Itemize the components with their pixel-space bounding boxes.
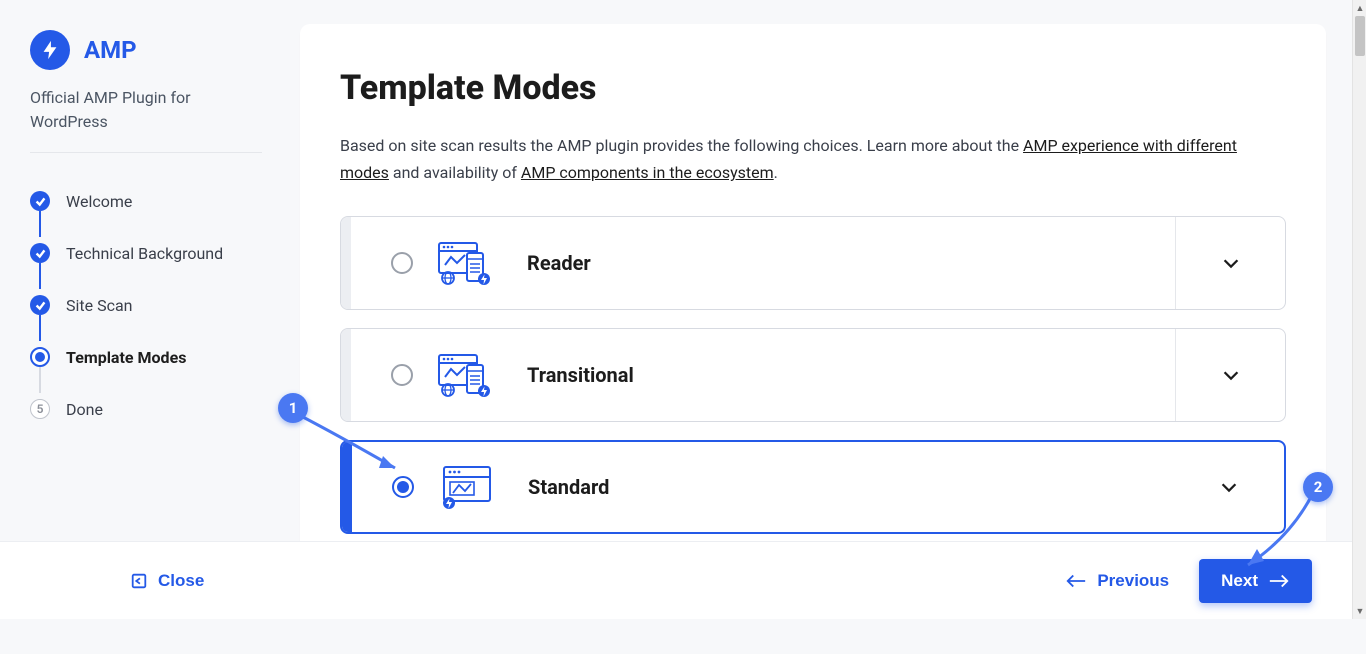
option-transitional[interactable]: Transitional: [340, 328, 1286, 422]
page-title: Template Modes: [340, 68, 1286, 108]
radio-standard[interactable]: [392, 476, 414, 498]
scroll-up-icon[interactable]: ▲: [1353, 0, 1366, 16]
footer: Close Previous Next: [0, 541, 1352, 619]
brand: AMP: [30, 30, 262, 70]
close-button[interactable]: Close: [130, 571, 204, 591]
brand-name: AMP: [84, 36, 137, 64]
sidebar: AMP Official AMP Plugin for WordPress We…: [0, 0, 280, 564]
option-standard[interactable]: Standard: [340, 440, 1286, 534]
step-label: Site Scan: [66, 296, 133, 315]
template-mode-options: Reader Transitional Standard: [340, 216, 1286, 534]
current-step-icon: [30, 347, 50, 367]
scroll-down-icon[interactable]: ▼: [1353, 603, 1366, 619]
radio-reader[interactable]: [391, 252, 413, 274]
chevron-down-icon: [1220, 252, 1242, 274]
check-icon: [30, 191, 50, 211]
expand-transitional-button[interactable]: [1175, 329, 1285, 421]
annotation-bubble-2: 2: [1303, 472, 1333, 502]
standard-illustration-icon: [438, 465, 498, 509]
step-technical-background[interactable]: Technical Background: [30, 227, 262, 279]
expand-reader-button[interactable]: [1175, 217, 1285, 309]
scroll-thumb[interactable]: [1355, 16, 1365, 56]
step-label: Done: [66, 400, 103, 419]
annotation-bubble-1: 1: [278, 393, 308, 423]
option-label: Transitional: [527, 363, 1175, 387]
arrow-left-icon: [1065, 573, 1087, 589]
sidebar-divider: [30, 152, 262, 153]
step-label: Technical Background: [66, 244, 223, 263]
option-reader[interactable]: Reader: [340, 216, 1286, 310]
check-icon: [30, 295, 50, 315]
next-button[interactable]: Next: [1199, 559, 1312, 603]
intro-text: Based on site scan results the AMP plugi…: [340, 132, 1286, 186]
chevron-down-icon: [1218, 476, 1240, 498]
pending-step-icon: 5: [30, 399, 50, 419]
radio-transitional[interactable]: [391, 364, 413, 386]
step-list: Welcome Technical Background Site Scan Temp…: [30, 175, 262, 435]
reader-illustration-icon: [437, 241, 497, 285]
arrow-right-icon: [1268, 573, 1290, 589]
previous-button[interactable]: Previous: [1065, 571, 1169, 591]
main: Template Modes Based on site scan result…: [280, 0, 1366, 564]
scrollbar[interactable]: ▲ ▼: [1352, 0, 1366, 619]
step-label: Template Modes: [66, 348, 186, 367]
transitional-illustration-icon: [437, 353, 497, 397]
chevron-down-icon: [1220, 364, 1242, 386]
step-done[interactable]: 5 Done: [30, 383, 262, 435]
brand-subtitle: Official AMP Plugin for WordPress: [30, 86, 262, 134]
step-welcome[interactable]: Welcome: [30, 175, 262, 227]
expand-standard-button[interactable]: [1174, 442, 1284, 532]
option-label: Reader: [527, 251, 1175, 275]
step-site-scan[interactable]: Site Scan: [30, 279, 262, 331]
close-icon: [130, 572, 148, 590]
amp-logo-icon: [30, 30, 70, 70]
link-ecosystem[interactable]: AMP components in the ecosystem: [521, 163, 774, 182]
content-card: Template Modes Based on site scan result…: [300, 24, 1326, 564]
step-template-modes[interactable]: Template Modes: [30, 331, 262, 383]
option-label: Standard: [528, 475, 1174, 499]
check-icon: [30, 243, 50, 263]
step-label: Welcome: [66, 192, 132, 211]
